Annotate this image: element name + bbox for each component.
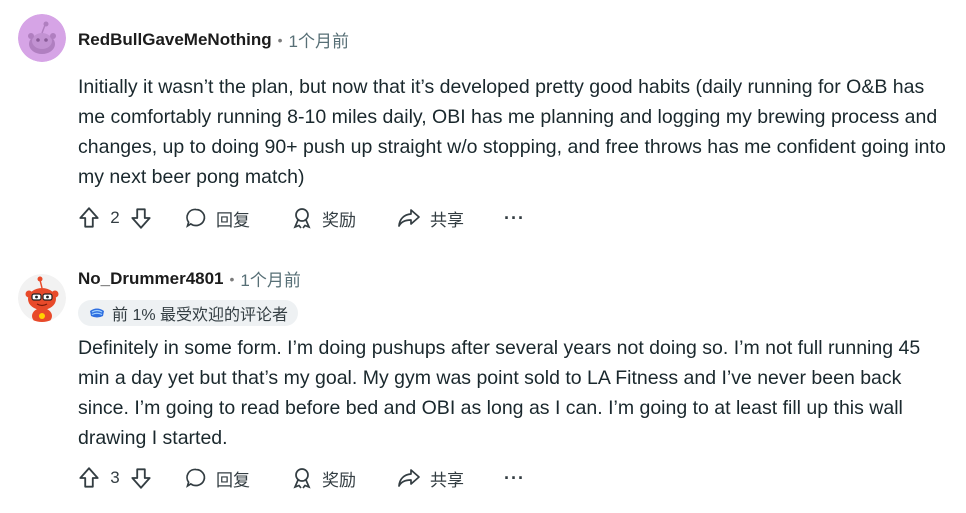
vote-count: 2 (110, 208, 120, 227)
comment-actions: 3 回复 奖励 共享 ··· (76, 465, 525, 491)
award-icon (290, 206, 314, 230)
share-arrow-icon (396, 466, 422, 490)
arrow-up-icon[interactable] (76, 465, 102, 491)
award-label: 奖励 (322, 470, 356, 490)
comment-actions: 2 回复 奖励 共享 ··· (76, 205, 525, 231)
more-options-button[interactable]: ··· (504, 208, 525, 229)
username[interactable]: No_Drummer4801 (78, 269, 224, 289)
award-button[interactable]: 奖励 (290, 206, 356, 231)
username[interactable]: RedBullGaveMeNothing (78, 30, 272, 50)
avatar[interactable] (18, 14, 66, 62)
award-icon (290, 466, 314, 490)
comment: RedBullGaveMeNothing • 1个月前 Initially it… (0, 0, 966, 250)
arrow-down-icon[interactable] (128, 205, 154, 231)
award-button[interactable]: 奖励 (290, 466, 356, 491)
timestamp[interactable]: 1个月前 (289, 27, 349, 52)
arrow-up-icon[interactable] (76, 205, 102, 231)
comment-body: Definitely in some form. I’m doing pushu… (78, 337, 921, 449)
comment-body: Initially it wasn’t the plan, but now th… (78, 76, 946, 188)
separator-dot: • (277, 31, 283, 48)
timestamp[interactable]: 1个月前 (240, 266, 300, 291)
share-button[interactable]: 共享 (396, 466, 464, 491)
vote-count: 3 (110, 468, 120, 487)
more-options-icon: ··· (504, 207, 525, 228)
vote-group: 2 (76, 205, 154, 231)
more-options-icon: ··· (504, 467, 525, 488)
comment-header: RedBullGaveMeNothing • 1个月前 (78, 27, 349, 52)
reply-button[interactable]: 回复 (184, 206, 250, 231)
share-arrow-icon (396, 206, 422, 230)
share-label: 共享 (430, 470, 464, 490)
snoo-avatar-icon (18, 274, 66, 322)
reply-button[interactable]: 回复 (184, 466, 250, 491)
vote-group: 3 (76, 465, 154, 491)
arrow-down-icon[interactable] (128, 465, 154, 491)
share-button[interactable]: 共享 (396, 206, 464, 231)
user-flair: 前 1% 最受欢迎的评论者 (78, 300, 299, 326)
flair-label: 前 1% 最受欢迎的评论者 (112, 307, 289, 324)
comment-header: No_Drummer4801 • 1个月前 (78, 266, 301, 291)
separator-dot: • (229, 270, 235, 287)
avatar[interactable] (18, 274, 66, 322)
reply-label: 回复 (216, 210, 250, 230)
reply-label: 回复 (216, 470, 250, 490)
share-label: 共享 (430, 210, 464, 230)
award-label: 奖励 (322, 210, 356, 230)
more-options-button[interactable]: ··· (504, 468, 525, 489)
speech-bubble-icon (184, 466, 208, 490)
top-commenter-badge-icon (88, 305, 106, 321)
speech-bubble-icon (184, 206, 208, 230)
comment: No_Drummer4801 • 1个月前 前 1% 最受欢迎的评论者 Defi… (0, 250, 966, 513)
snoo-avatar-icon (18, 14, 66, 62)
